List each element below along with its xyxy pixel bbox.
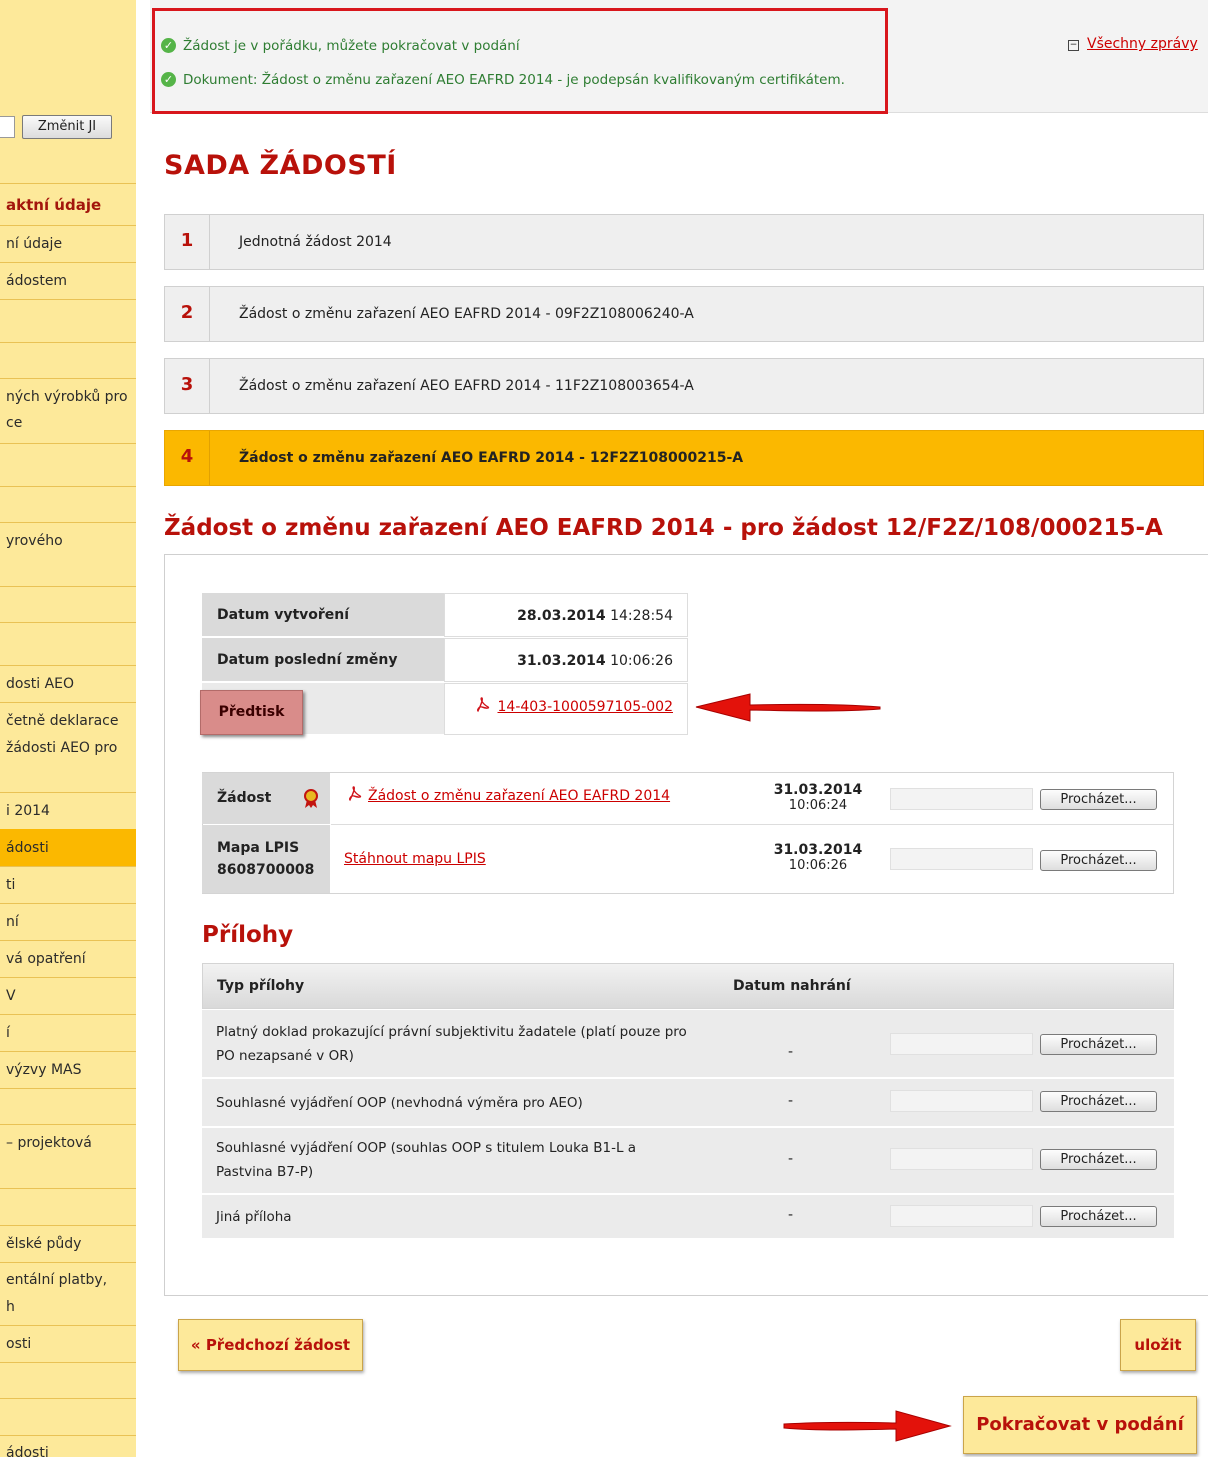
sidebar: Změnit JI aktní údaje ní údaje ádostem n… (0, 0, 136, 1457)
request-label: Žádost o změnu zařazení AEO EAFRD 2014 -… (239, 450, 744, 466)
sidebar-item[interactable]: výzvy MAS (6, 1062, 81, 1078)
mapa-date: 31.03.2014 10:06:26 (773, 842, 863, 874)
request-label: Jednotná žádost 2014 (239, 234, 392, 250)
request-row[interactable]: 2 Žádost o změnu zařazení AEO EAFRD 2014… (164, 286, 1204, 342)
messages-highlight-box: ✓ Žádost je v pořádku, můžete pokračovat… (152, 8, 888, 114)
sidebar-item[interactable]: yrového (6, 533, 63, 549)
sidebar-item[interactable]: aktní údaje (6, 196, 101, 214)
browse-button[interactable]: Procházet... (1040, 789, 1157, 810)
attachment-date: - (788, 1151, 794, 1167)
browse-button[interactable]: Procházet... (1040, 1091, 1157, 1112)
continue-submission-button[interactable]: Pokračovat v podání (963, 1396, 1197, 1454)
sidebar-item[interactable]: í (6, 1025, 10, 1041)
attachments-title: Přílohy (202, 922, 294, 948)
request-number: 1 (165, 215, 210, 269)
request-label: Žádost o změnu zařazení AEO EAFRD 2014 -… (239, 378, 694, 394)
sidebar-item[interactable]: ádosti (6, 840, 49, 856)
previous-request-button[interactable]: « Předchozí žádost (178, 1319, 363, 1371)
predtisk-button[interactable]: Předtisk (200, 690, 303, 735)
all-messages-link[interactable]: − Všechny zprávy (1068, 36, 1198, 52)
sidebar-item[interactable]: – projektová (6, 1135, 92, 1151)
change-ji-button[interactable]: Změnit JI (22, 115, 112, 139)
zadost-date: 31.03.2014 10:06:24 (773, 782, 863, 814)
message-item: ✓ Žádost je v pořádku, můžete pokračovat… (161, 38, 520, 54)
zadost-link-wrap: Žádost o změnu zařazení AEO EAFRD 2014 (346, 786, 670, 804)
attachments-header: Typ přílohy Datum nahrání (202, 963, 1174, 1009)
upload-input[interactable] (890, 1033, 1033, 1055)
sidebar-item[interactable]: ti (6, 877, 15, 893)
sidebar-item[interactable]: ělské půdy (6, 1236, 81, 1252)
sidebar-item[interactable]: osti (6, 1336, 31, 1352)
page-title: SADA ŽÁDOSTÍ (164, 150, 397, 181)
browse-button[interactable]: Procházet... (1040, 1149, 1157, 1170)
zadost-link[interactable]: Žádost o změnu zařazení AEO EAFRD 2014 (368, 788, 670, 804)
mapa-link[interactable]: Stáhnout mapu LPIS (344, 851, 486, 867)
sidebar-item[interactable]: i 2014 (6, 803, 50, 819)
sidebar-item[interactable]: ce (6, 415, 22, 431)
sidebar-item[interactable]: ádosti (6, 1445, 49, 1457)
created-value: 28.03.2014 14:28:54 (444, 593, 688, 637)
minus-box-icon: − (1068, 40, 1079, 51)
sidebar-item[interactable]: ní údaje (6, 236, 62, 252)
red-arrow-annotation (695, 693, 881, 722)
attachment-date: - (788, 1207, 794, 1223)
mapa-label: Mapa LPIS 8608700008 (202, 825, 330, 893)
attachment-date: - (788, 1044, 794, 1060)
col-type: Typ přílohy (217, 978, 305, 994)
pdf-icon (346, 786, 362, 802)
modified-label: Datum poslední změny (202, 638, 444, 682)
predtisk-link[interactable]: 14-403-1000597105-002 (498, 699, 674, 715)
attachment-row: Jiná příloha - Procházet... (202, 1195, 1174, 1239)
col-date: Datum nahrání (733, 978, 851, 994)
browse-button[interactable]: Procházet... (1040, 1034, 1157, 1055)
attachment-row: Souhlasné vyjádření OOP (nevhodná výměra… (202, 1079, 1174, 1127)
browse-button[interactable]: Procházet... (1040, 850, 1157, 871)
upload-input[interactable] (890, 1148, 1033, 1170)
upload-input[interactable] (890, 848, 1033, 870)
request-label: Žádost o změnu zařazení AEO EAFRD 2014 -… (239, 306, 694, 322)
sidebar-item[interactable]: četně deklarace (6, 713, 118, 729)
award-ribbon-icon (304, 789, 318, 808)
modified-value: 31.03.2014 10:06:26 (444, 638, 688, 682)
sidebar-item[interactable]: žádosti AEO pro (6, 740, 117, 756)
attachment-label: Souhlasné vyjádření OOP (nevhodná výměra… (216, 1095, 583, 1111)
sidebar-item[interactable]: ní (6, 914, 19, 930)
browse-button[interactable]: Procházet... (1040, 1206, 1157, 1227)
request-row[interactable]: 1 Jednotná žádost 2014 (164, 214, 1204, 270)
sidebar-item[interactable]: entální platby, (6, 1272, 107, 1288)
save-button[interactable]: uložit (1120, 1319, 1196, 1371)
request-number: 3 (165, 359, 210, 413)
zadost-label: Žádost (202, 773, 330, 824)
check-circle-icon: ✓ (161, 38, 176, 53)
message-item: ✓ Dokument: Žádost o změnu zařazení AEO … (161, 72, 845, 88)
sidebar-item[interactable]: ných výrobků pro (6, 389, 128, 405)
request-row-active[interactable]: 4 Žádost o změnu zařazení AEO EAFRD 2014… (164, 430, 1204, 486)
attachment-row: Souhlasné vyjádření OOP (souhlas OOP s t… (202, 1128, 1174, 1194)
sidebar-item[interactable]: ádostem (6, 273, 67, 289)
attachment-row: Platný doklad prokazující právní subjekt… (202, 1010, 1174, 1078)
upload-input[interactable] (890, 1090, 1033, 1112)
red-arrow-annotation (783, 1410, 952, 1442)
upload-input[interactable] (890, 1205, 1033, 1227)
ji-input[interactable] (0, 116, 15, 138)
attachment-label: Souhlasné vyjádření OOP (souhlas OOP s t… (216, 1140, 637, 1180)
sidebar-item[interactable]: vá opatření (6, 951, 86, 967)
check-circle-icon: ✓ (161, 72, 176, 87)
request-number: 2 (165, 287, 210, 341)
section-title: Žádost o změnu zařazení AEO EAFRD 2014 -… (164, 515, 1163, 541)
request-number: 4 (165, 431, 210, 485)
request-row[interactable]: 3 Žádost o změnu zařazení AEO EAFRD 2014… (164, 358, 1204, 414)
created-label: Datum vytvoření (202, 593, 444, 637)
sidebar-item[interactable]: V (6, 988, 16, 1004)
upload-input[interactable] (890, 788, 1033, 810)
sidebar-item[interactable]: h (6, 1299, 15, 1315)
attachment-label: Jiná příloha (216, 1209, 292, 1225)
attachment-date: - (788, 1093, 794, 1109)
attachment-label: Platný doklad prokazující právní subjekt… (216, 1024, 687, 1064)
pdf-icon (476, 697, 490, 713)
predtisk-value: 14-403-1000597105-002 (444, 683, 688, 735)
sidebar-item[interactable]: dosti AEO (6, 676, 74, 692)
